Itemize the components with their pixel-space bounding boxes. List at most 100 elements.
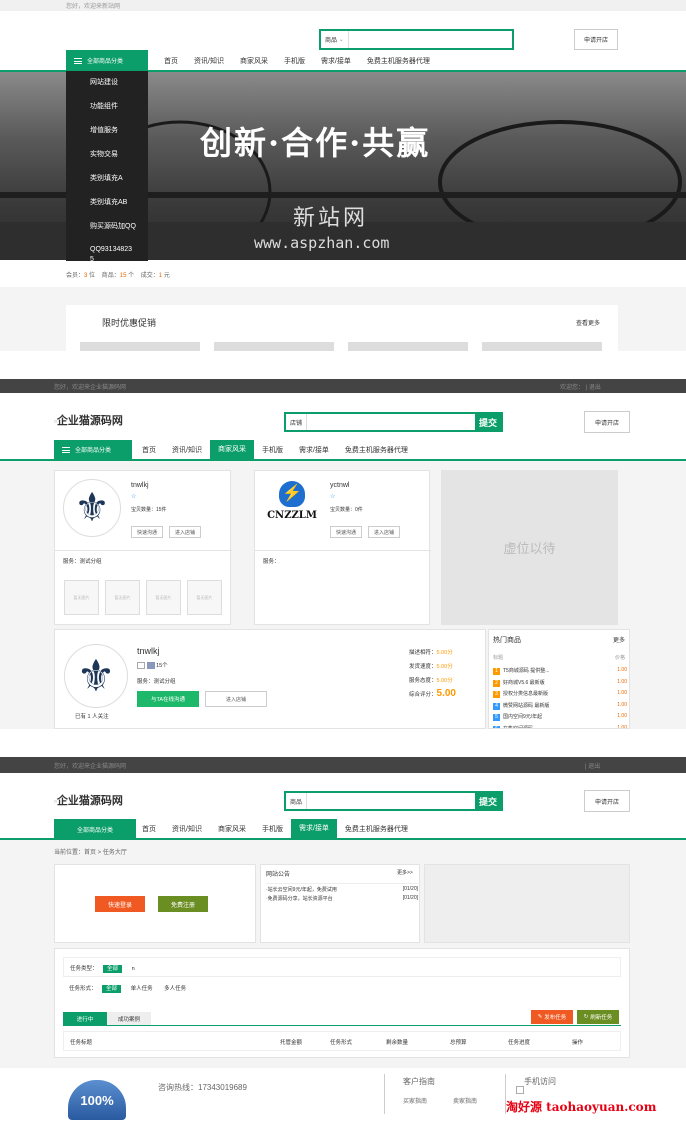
shop-thumb[interactable]: 暂无图片 <box>187 580 222 615</box>
s2-apply-button[interactable]: 申请开店 <box>584 411 630 433</box>
promo-item[interactable] <box>482 342 602 351</box>
nav-news[interactable]: 资讯/知识 <box>164 824 210 834</box>
promo-item[interactable] <box>348 342 468 351</box>
menu-item-buy[interactable]: 购买源码加QQ <box>66 215 148 239</box>
rating-service: 服务态度：5.00分 <box>409 676 453 684</box>
s3-search-box[interactable]: 商品 提交 <box>284 791 503 811</box>
shop-name[interactable]: yctnwl <box>330 482 349 489</box>
nav-home[interactable]: 首页 <box>134 824 164 834</box>
shop-thumb[interactable]: 暂无图片 <box>105 580 140 615</box>
buyer-guide-link[interactable]: 买家指南 <box>403 1096 427 1105</box>
nav-demand-active[interactable]: 需求/接单 <box>290 819 337 839</box>
search-input[interactable] <box>349 31 512 48</box>
promo-item[interactable] <box>80 342 200 351</box>
filter-form-multi[interactable]: 多人任务 <box>164 986 186 992</box>
hot-goods-price: 1.00 <box>617 667 627 673</box>
s2-category-button[interactable]: 全部商品分类 <box>54 440 132 459</box>
shop-thumb[interactable]: 暂无图片 <box>64 580 99 615</box>
hot-goods-more[interactable]: 更多 <box>613 635 625 644</box>
s3-search-type[interactable]: 商品 <box>286 793 308 809</box>
online-chat-button[interactable]: 与TA在线沟通 <box>137 691 199 707</box>
menu-item-ab[interactable]: 类别填充AB <box>66 191 148 215</box>
nav-merchants-active[interactable]: 商家风采 <box>209 440 254 459</box>
promo-more-link[interactable]: 查看更多 <box>576 318 600 327</box>
promo-item[interactable] <box>214 342 334 351</box>
hot-goods-name: 好商城V5.6 最新版 <box>503 679 545 686</box>
nav-demand[interactable]: 需求/接单 <box>291 445 337 455</box>
menu-item-components[interactable]: 功能组件 <box>66 95 148 119</box>
filter-form-all[interactable]: 全部 <box>102 985 122 993</box>
enter-shop-button[interactable]: 进入店铺 <box>169 526 201 538</box>
shop-name[interactable]: tnwlkj <box>137 646 160 656</box>
s3-logo[interactable]: ▫企业猫源码网 <box>54 792 123 808</box>
s2-search-button[interactable]: 提交 <box>474 414 501 430</box>
shop-logo-fleur[interactable]: ⚜ <box>63 479 121 537</box>
hot-goods-name: 在售空间源码 <box>503 725 534 729</box>
hot-goods-item[interactable]: 6 在售空间源码 1.00 <box>493 725 627 729</box>
search-box[interactable]: 商品 ⌄ <box>319 29 514 50</box>
nav-mobile[interactable]: 手机版 <box>254 445 291 455</box>
quick-chat-button[interactable]: 快速沟通 <box>131 526 163 538</box>
s3-search-button[interactable]: 提交 <box>474 793 501 809</box>
menu-item-value-added[interactable]: 增值服务 <box>66 119 148 143</box>
quick-chat-button[interactable]: 快速沟通 <box>330 526 362 538</box>
filter-type-all[interactable]: 全部 <box>103 965 123 973</box>
quick-login-button[interactable]: 快速登录 <box>95 896 145 912</box>
hot-goods-item[interactable]: 1 T5商城源码 提供整... 1.00 <box>493 667 627 679</box>
nav-news[interactable]: 资讯/知识 <box>186 56 232 66</box>
nav-mobile[interactable]: 手机版 <box>276 56 313 66</box>
free-register-button[interactable]: 免费注册 <box>158 896 208 912</box>
s2-search-box[interactable]: 店铺 提交 <box>284 412 503 432</box>
apply-shop-button[interactable]: 申请开店 <box>574 29 618 50</box>
hot-goods-item[interactable]: 2 好商城V5.6 最新版 1.00 <box>493 679 627 691</box>
notice-item[interactable]: ·站长云空间9元/年起，免费试用 [01/20] <box>266 883 418 893</box>
s2-logout-link[interactable]: | 退出 <box>586 385 601 391</box>
shop-name[interactable]: tnwlkj <box>131 482 149 489</box>
s3-category-button[interactable]: 全部商品分类 <box>54 819 136 839</box>
search-type-select[interactable]: 商品 ⌄ <box>321 31 349 48</box>
refresh-task-button[interactable]: ↻ 刷新任务 <box>577 1010 619 1024</box>
filter-type-n[interactable]: n <box>132 966 135 972</box>
tab-success[interactable]: 成功案例 <box>107 1012 151 1025</box>
nav-hosting[interactable]: 免费主机服务器代理 <box>337 824 416 834</box>
tab-ongoing[interactable]: 进行中 <box>63 1012 107 1025</box>
task-panel: 任务类型： 全部 n 任务形式： 全部 单人任务 多人任务 进行中 成功案例 ✎… <box>54 948 630 1058</box>
shop-thumb[interactable]: 暂无图片 <box>146 580 181 615</box>
nav-hosting[interactable]: 免费主机服务器代理 <box>337 445 416 455</box>
s2-search-type[interactable]: 店铺 <box>286 414 308 430</box>
publish-task-button[interactable]: ✎ 发布任务 <box>531 1010 573 1024</box>
nav-merchants[interactable]: 商家风采 <box>210 824 254 834</box>
menu-item-physical[interactable]: 实物交易 <box>66 143 148 167</box>
category-menu-button[interactable]: 全部商品分类 <box>66 50 148 71</box>
nav-hosting[interactable]: 免费主机服务器代理 <box>359 56 438 66</box>
shop-logo-fleur[interactable]: ⚜ <box>64 644 128 708</box>
hot-goods-item[interactable]: 4 微赞网站源码 最新版 1.00 <box>493 702 627 714</box>
hot-goods-item[interactable]: 3 授权分类信息最新版 1.00 <box>493 690 627 702</box>
s3-logo-alt: 企业猫源码网 <box>56 795 123 807</box>
menu-item-a[interactable]: 类别填充A <box>66 167 148 191</box>
nav-news[interactable]: 资讯/知识 <box>164 445 210 455</box>
menu-item-website[interactable]: 网站建设 <box>66 71 148 95</box>
nav-home[interactable]: 首页 <box>156 56 186 66</box>
stats-goods-unit: 个 <box>128 273 135 279</box>
s3-search-input[interactable] <box>307 793 475 809</box>
hot-goods-item[interactable]: 5 国内空间9元/年起 1.00 <box>493 713 627 725</box>
footer: 100% 咨询热线：17343019689 客户指南 买家指南 卖家指南 手机访… <box>0 1068 686 1122</box>
s2-search-input[interactable] <box>307 414 475 430</box>
nav-home[interactable]: 首页 <box>134 445 164 455</box>
nav-merchants[interactable]: 商家风采 <box>232 56 276 66</box>
seller-guide-link[interactable]: 卖家指南 <box>453 1096 477 1105</box>
enter-shop-button[interactable]: 进入店铺 <box>205 691 267 707</box>
notice-item-text: ·免费源码分享，站长资源平台 <box>266 896 333 902</box>
s2-logo[interactable]: ▫企业猫源码网 <box>54 412 123 428</box>
shop-logo-cnzzlm[interactable]: ⚡ CNZZLM <box>263 481 321 537</box>
s3-apply-button[interactable]: 申请开店 <box>584 790 630 812</box>
enter-shop-button[interactable]: 进入店铺 <box>368 526 400 538</box>
s3-logout-link[interactable]: | 退出 <box>585 761 600 770</box>
notice-more[interactable]: 更多>> <box>397 869 413 876</box>
filter-form-single[interactable]: 单人任务 <box>131 986 153 992</box>
nav-demand[interactable]: 需求/接单 <box>313 56 359 66</box>
menu-item-qq[interactable]: QQ93134823 5 <box>66 239 148 265</box>
notice-item[interactable]: ·免费源码分享，站长资源平台 [01/20] <box>266 895 418 902</box>
nav-mobile[interactable]: 手机版 <box>254 824 291 834</box>
